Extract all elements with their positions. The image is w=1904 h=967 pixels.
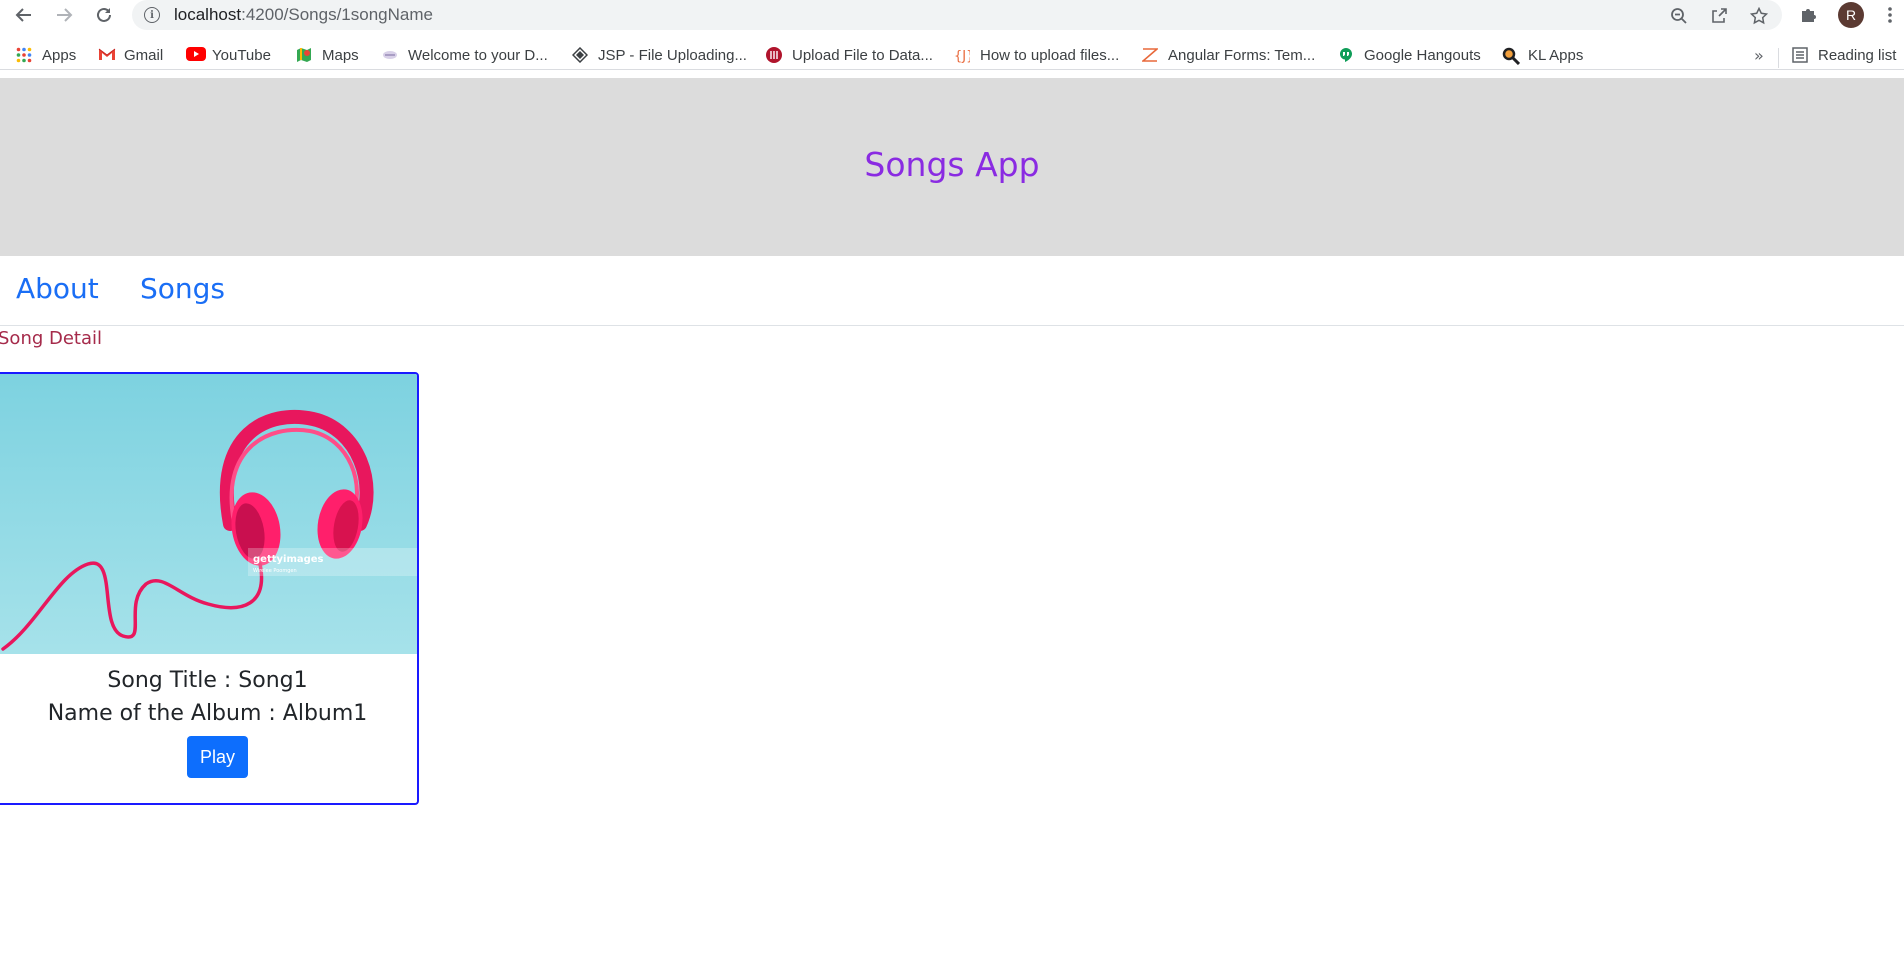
site-icon — [382, 47, 398, 63]
reading-list-button[interactable]: Reading list — [1792, 44, 1896, 66]
nav-link-about[interactable]: About — [16, 272, 99, 305]
song-album: Name of the Album : Album1 — [47, 701, 368, 726]
bookmark-maps[interactable]: Maps — [296, 44, 359, 66]
app-header: Songs App — [0, 78, 1904, 256]
apps-grid-icon — [16, 47, 32, 63]
profile-avatar[interactable]: R — [1838, 2, 1864, 28]
hangouts-icon — [1338, 47, 1354, 63]
song-card-body: Song Title : Song1 Name of the Album : A… — [0, 654, 417, 778]
nav-link-songs[interactable]: Songs — [140, 272, 225, 305]
song-card: gettyimages Wirelee Poomgen Song Title :… — [0, 372, 419, 805]
gmail-icon — [98, 47, 116, 63]
site-icon — [766, 47, 782, 63]
address-bar[interactable]: i localhost:4200/Songs/1songName — [132, 0, 1782, 30]
site-icon: {J} — [954, 47, 974, 64]
search-icon — [1502, 47, 1521, 66]
extensions-puzzle-icon[interactable] — [1796, 3, 1820, 27]
bookmark-gmail[interactable]: Gmail — [98, 44, 163, 66]
site-icon — [1140, 47, 1160, 63]
bookmark-label: Google Hangouts — [1364, 46, 1481, 64]
app-nav: About Songs — [0, 256, 1904, 326]
menu-kebab-icon[interactable] — [1878, 3, 1902, 27]
maps-icon — [296, 47, 312, 63]
forward-arrow-icon[interactable] — [52, 3, 76, 27]
bookmark-label: JSP - File Uploading... — [598, 46, 747, 64]
svg-text:{J}: {J} — [954, 49, 970, 63]
bookmark-kl-apps[interactable]: KL Apps — [1502, 44, 1583, 66]
site-icon — [571, 46, 589, 64]
bookmark-label: YouTube — [212, 46, 271, 64]
bookmark-label: Welcome to your D... — [408, 46, 548, 64]
section-title: Song Detail — [0, 328, 103, 349]
bookmark-label: Gmail — [124, 46, 164, 64]
bookmark-angular-forms[interactable]: Angular Forms: Tem... — [1140, 44, 1316, 66]
browser-toolbar: i localhost:4200/Songs/1songName R — [0, 0, 1904, 30]
bookmark-label: Upload File to Data... — [792, 46, 933, 64]
bookmark-upload-db[interactable]: Upload File to Data... — [766, 44, 933, 66]
bookmarks-bar: Apps Gmail YouTube Maps Welcome to your … — [0, 40, 1904, 70]
bookmark-how-to-upload[interactable]: {J} How to upload files... — [954, 44, 1119, 66]
bookmark-label: Apps — [42, 46, 77, 64]
bookmark-hangouts[interactable]: Google Hangouts — [1338, 44, 1481, 66]
bookmark-label: KL Apps — [1528, 46, 1584, 64]
reading-list-icon — [1792, 47, 1808, 63]
bookmark-youtube[interactable]: YouTube — [186, 44, 271, 66]
bookmarks-divider — [1778, 48, 1779, 68]
app-title: Songs App — [864, 144, 1040, 184]
song-image: gettyimages Wirelee Poomgen — [0, 374, 417, 654]
getty-watermark: gettyimages — [253, 554, 324, 565]
bookmark-star-icon[interactable] — [1748, 5, 1770, 27]
image-credit: Wirelee Poomgen — [253, 568, 297, 574]
site-info-icon[interactable]: i — [144, 7, 160, 23]
bookmark-welcome[interactable]: Welcome to your D... — [382, 44, 548, 66]
reading-list-label: Reading list — [1818, 46, 1897, 64]
zoom-icon[interactable] — [1668, 5, 1690, 27]
song-title: Song Title : Song1 — [107, 668, 308, 693]
bookmark-jsp[interactable]: JSP - File Uploading... — [571, 44, 747, 66]
bookmark-label: Maps — [322, 46, 359, 64]
bookmark-label: How to upload files... — [980, 46, 1120, 64]
play-button[interactable]: Play — [187, 736, 248, 778]
bookmark-label: Angular Forms: Tem... — [1168, 46, 1316, 64]
back-arrow-icon[interactable] — [12, 3, 36, 27]
youtube-icon — [186, 47, 206, 63]
share-icon[interactable] — [1708, 5, 1730, 27]
reload-icon[interactable] — [92, 3, 116, 27]
more-bookmarks-chevron-icon[interactable]: » — [1754, 46, 1764, 65]
bookmark-apps[interactable]: Apps — [16, 44, 76, 66]
url-text[interactable]: localhost:4200/Songs/1songName — [174, 5, 433, 25]
